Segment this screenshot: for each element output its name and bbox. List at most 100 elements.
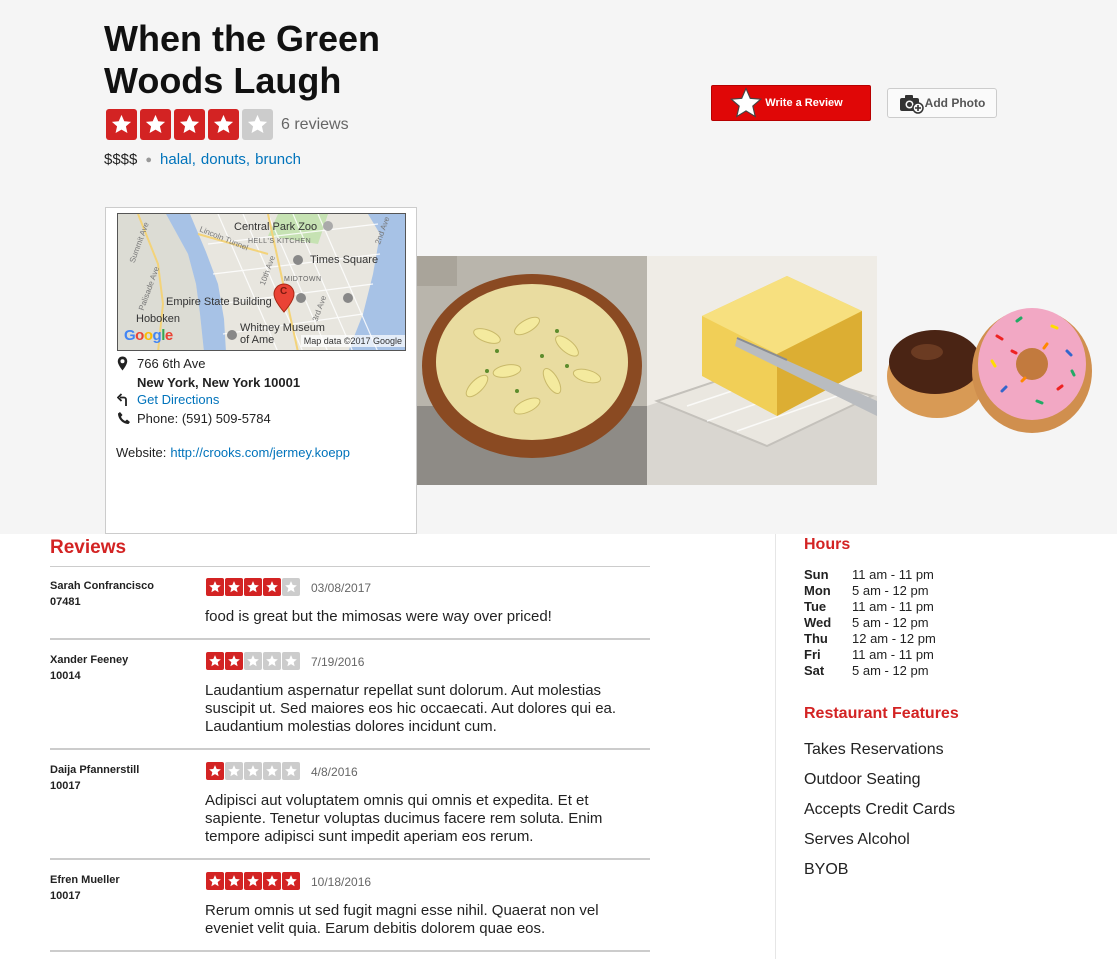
map-label-times-square: Times Square — [310, 254, 379, 266]
reviewer-name[interactable]: Xander Feeney — [50, 652, 128, 668]
map-label-midtown: MIDTOWN — [284, 276, 322, 283]
category-link[interactable]: donuts, — [201, 151, 250, 168]
separator-dot: ● — [145, 153, 153, 166]
map-label-hells-kitchen: HELL'S KITCHEN — [248, 238, 312, 245]
hours-time: 12 am - 12 pm — [852, 631, 936, 646]
reviewer-zip: 10014 — [50, 670, 81, 682]
star-icon — [263, 578, 281, 596]
review-item: Sarah Confrancisco 07481 03/08/2017 food… — [50, 567, 650, 640]
star-icon — [730, 87, 763, 118]
star-icon — [282, 762, 300, 780]
review-stars — [206, 872, 300, 890]
review-item: Xander Feeney 10014 7/19/2016 Laudantium… — [50, 641, 650, 750]
photo-egg-noodle-skillet[interactable] — [417, 256, 647, 485]
reviews-heading: Reviews — [50, 537, 127, 558]
hours-table: Sun 11 am - 11 pm Mon 5 am - 12 pm Tue 11 am … — [804, 567, 936, 679]
hours-time: 11 am - 11 pm — [852, 599, 934, 614]
website-row: Website: http://crooks.com/jermey.koepp — [116, 445, 350, 460]
map-attribution[interactable]: Map data ©2017 Google — [300, 335, 405, 347]
hours-time: 11 am - 11 pm — [852, 647, 934, 662]
review-date: 03/08/2017 — [311, 581, 372, 595]
reviewer-name[interactable]: Sarah Confrancisco — [50, 578, 154, 594]
reviewer-name[interactable]: Daija Pfannerstill — [50, 762, 139, 778]
review-date: 7/19/2016 — [311, 655, 365, 669]
location-map[interactable]: Central Park Zoo HELL'S KITCHEN Lincoln … — [117, 213, 406, 351]
noodle-skillet-image — [417, 256, 647, 485]
star-icon — [244, 652, 262, 670]
review-stars — [206, 578, 300, 596]
sidebar-divider — [775, 534, 776, 959]
category-link[interactable]: halal, — [160, 151, 196, 168]
website-link[interactable]: http://crooks.com/jermey.koepp — [170, 445, 350, 460]
star-icon — [225, 872, 243, 890]
feature-item: Serves Alcohol — [804, 831, 910, 848]
review-date: 4/8/2016 — [311, 765, 358, 779]
star-icon — [206, 652, 224, 670]
star-icon — [242, 109, 273, 140]
review-item: Efren Mueller 10017 10/18/2016 Rerum omn… — [50, 861, 650, 952]
star-icon — [208, 109, 239, 140]
hours-time: 11 am - 11 pm — [852, 567, 934, 582]
business-name: When the Green Woods Laugh — [104, 18, 381, 101]
feature-item: Takes Reservations — [804, 741, 944, 758]
photo-butter-dish[interactable] — [647, 256, 877, 485]
add-photo-button[interactable]: Add Photo — [887, 88, 997, 118]
hours-day: Fri — [804, 647, 821, 662]
reviewer-zip: 10017 — [50, 780, 81, 792]
rating-stars — [106, 109, 273, 140]
map-marker-label: C — [280, 286, 288, 297]
star-icon — [244, 578, 262, 596]
hours-day: Thu — [804, 631, 828, 646]
feature-item: Outdoor Seating — [804, 771, 921, 788]
business-rating: 6 reviews — [106, 109, 349, 140]
review-stars — [206, 652, 300, 670]
review-text: Rerum omnis ut sed fugit magni esse nihi… — [205, 902, 599, 937]
price-category-row: $$$$ ● halal, donuts, brunch — [104, 151, 301, 168]
feature-item: Accepts Credit Cards — [804, 801, 956, 818]
star-icon — [225, 762, 243, 780]
category-list: halal, donuts, brunch — [160, 151, 301, 168]
google-logo: Google — [124, 327, 173, 344]
directions-line: Get Directions — [117, 392, 300, 411]
business-header: When the Green Woods Laugh 6 reviews $$$… — [0, 0, 1117, 534]
hours-day: Mon — [804, 583, 831, 598]
hours-row: Thu 12 am - 12 pm — [804, 631, 936, 647]
star-icon — [244, 872, 262, 890]
write-review-button[interactable]: Write a Review — [711, 85, 871, 121]
city-line: New York, New York 10001 — [117, 375, 300, 392]
reviewer-info: Daija Pfannerstill 10017 — [50, 762, 139, 794]
directions-turn-icon — [117, 392, 137, 406]
hours-row: Wed 5 am - 12 pm — [804, 615, 936, 631]
review-text: food is great but the mimosas were way o… — [205, 608, 552, 625]
star-icon — [244, 762, 262, 780]
butter-image — [647, 256, 877, 485]
phone-icon — [117, 411, 137, 425]
category-link[interactable]: brunch — [255, 151, 301, 168]
reviewer-name[interactable]: Efren Mueller — [50, 872, 120, 888]
map-label-whitney: Whitney Museum — [240, 322, 325, 334]
star-icon — [174, 109, 205, 140]
hours-day: Wed — [804, 615, 832, 630]
hours-row: Tue 11 am - 11 pm — [804, 599, 936, 615]
review-text: Adipisci aut voluptatem omnis qui omnis … — [205, 792, 603, 845]
address-block: 766 6th Ave New York, New York 10001 Get… — [117, 356, 300, 430]
hours-row: Fri 11 am - 11 pm — [804, 647, 936, 663]
map-label-hoboken: Hoboken — [136, 313, 181, 325]
add-photo-label: Add Photo — [924, 96, 986, 110]
hours-day: Tue — [804, 599, 827, 614]
star-icon — [263, 652, 281, 670]
star-icon — [263, 762, 281, 780]
get-directions-link[interactable]: Get Directions — [137, 392, 219, 408]
hours-day: Sat — [804, 663, 825, 678]
features-list: Takes Reservations Outdoor Seating Accepts… — [804, 740, 955, 890]
donuts-image — [877, 256, 1107, 485]
map-label-central-park-zoo: Central Park Zoo — [234, 221, 318, 233]
photo-donuts[interactable] — [877, 256, 1107, 485]
hours-time: 5 am - 12 pm — [852, 615, 929, 630]
hours-row: Mon 5 am - 12 pm — [804, 583, 936, 599]
star-icon — [282, 652, 300, 670]
review-count[interactable]: 6 reviews — [281, 116, 349, 134]
reviewer-info: Sarah Confrancisco 07481 — [50, 578, 154, 610]
feature-item: BYOB — [804, 861, 849, 878]
map-label-empire-state: Empire State Building — [166, 296, 272, 308]
